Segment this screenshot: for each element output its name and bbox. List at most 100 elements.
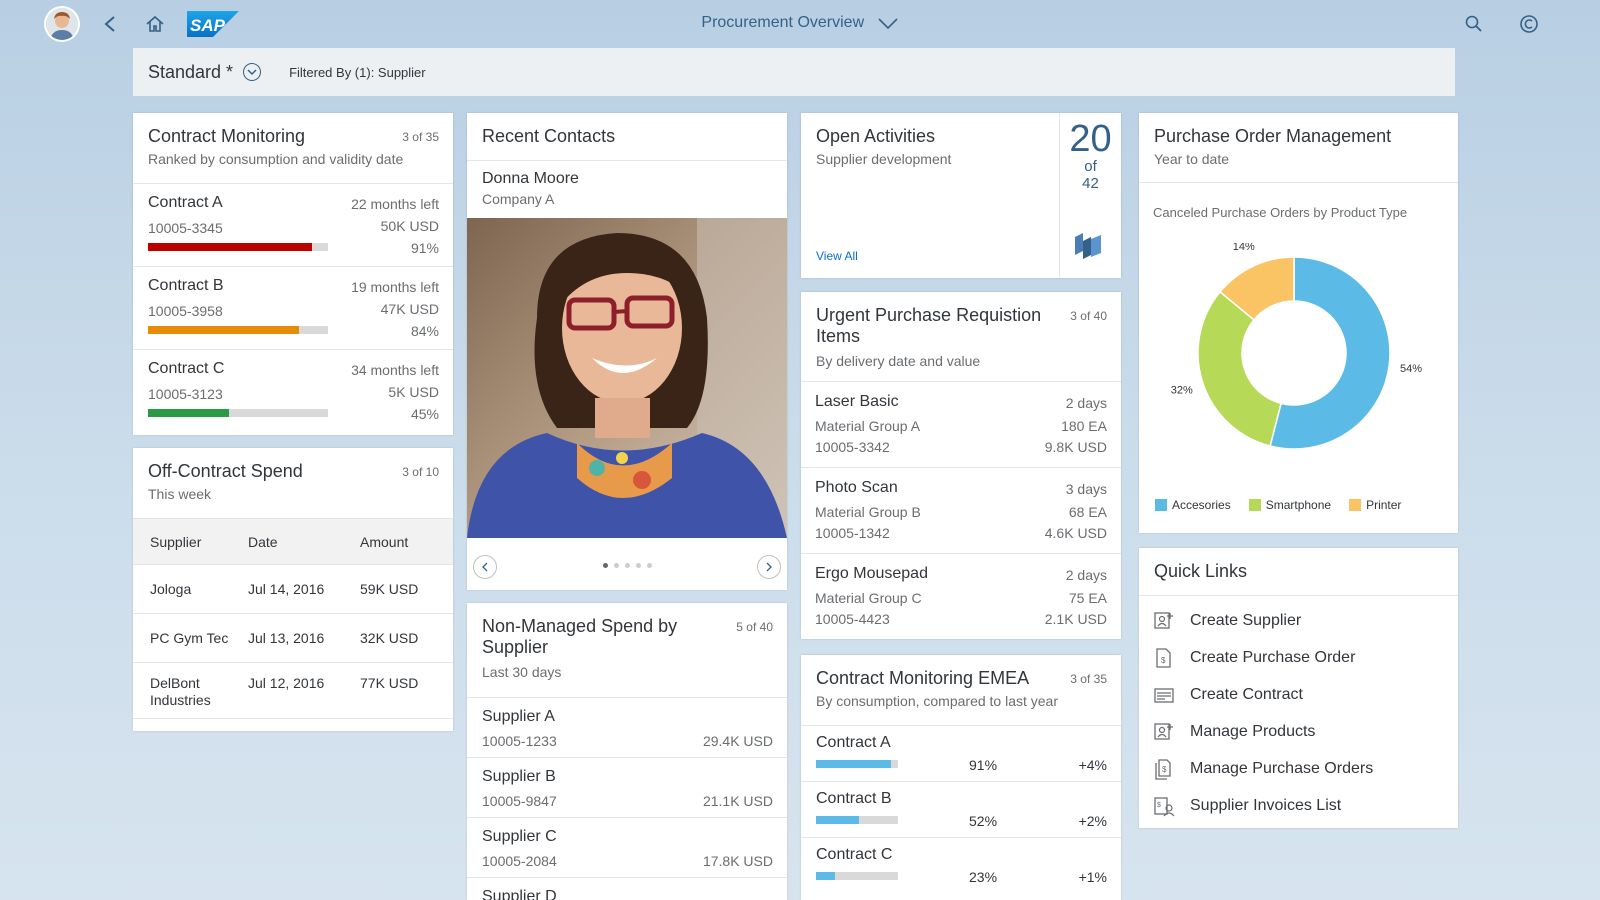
legend-label: Printer: [1366, 498, 1402, 512]
column-header-supplier: Supplier: [150, 534, 202, 550]
page-dot[interactable]: [602, 563, 608, 568]
legend-label: Accesories: [1172, 498, 1231, 512]
quick-link-create-supplier[interactable]: Create Supplier: [1139, 602, 1458, 639]
purchase-order-management-card[interactable]: Purchase Order Management Year to date C…: [1139, 113, 1458, 533]
chart-legend: Accesories Smartphone Printer: [1155, 498, 1419, 516]
item-id: 10005-4423: [815, 611, 890, 627]
donut-slice-smartphone[interactable]: [1197, 290, 1282, 447]
contract-row[interactable]: Contract A 10005-3345 22 months left 50K US…: [133, 183, 453, 266]
carousel-page-indicator: [467, 563, 787, 568]
delivery-days: 2 days: [1065, 395, 1107, 411]
shell-bar: SAP Procurement Overview: [0, 0, 1600, 48]
search-button[interactable]: [1462, 12, 1486, 36]
legend-item[interactable]: Printer: [1349, 498, 1401, 512]
material-group: Material Group B: [815, 504, 921, 520]
item-id: 10005-3342: [815, 439, 890, 455]
chevron-down-icon: [878, 18, 898, 30]
quick-link-manage-products[interactable]: Manage Products: [1139, 713, 1458, 750]
contract-row[interactable]: Contract A 91% +4%: [801, 725, 1121, 781]
copilot-icon: [1520, 15, 1538, 33]
supplier-row[interactable]: Supplier B 10005-9847 21.1K USD: [467, 757, 787, 817]
contract-id: 10005-3958: [148, 303, 223, 319]
quick-link-label: Create Contract: [1190, 685, 1303, 703]
consumption-percent: 84%: [410, 323, 439, 339]
contract-monitoring-card[interactable]: Contract Monitoring Ranked by consumptio…: [133, 113, 453, 435]
card-subtitle: This week: [148, 486, 212, 502]
table-row[interactable]: DelBont Industries Jul 12, 2016 77K USD: [133, 663, 453, 719]
copilot-button[interactable]: [1517, 12, 1541, 36]
quick-link-manage-purchase-orders[interactable]: $ Manage Purchase Orders: [1139, 750, 1458, 787]
card-count: 5 of 40: [736, 620, 773, 634]
contract-amount: 5K USD: [388, 384, 439, 400]
page-dot[interactable]: [635, 563, 641, 568]
supplier-id: 10005-2084: [482, 853, 557, 869]
consumption-bar: [148, 243, 328, 251]
page-dot[interactable]: [624, 563, 630, 568]
off-contract-spend-card[interactable]: Off-Contract Spend This week 3 of 10 Sup…: [133, 448, 453, 731]
consumption-bar-fill: [148, 409, 229, 417]
page-dot[interactable]: [613, 563, 619, 568]
item-quantity: 68 EA: [1068, 504, 1107, 520]
supplier-amount: 17.8K USD: [702, 853, 773, 869]
legend-swatch: [1155, 499, 1167, 511]
contract-row[interactable]: Contract B 10005-3958 19 months left 47K US…: [133, 266, 453, 349]
table-row[interactable]: Jologa Jul 14, 2016 59K USD: [133, 565, 453, 614]
chevron-down-icon: [247, 69, 257, 76]
page-dot[interactable]: [646, 563, 652, 568]
supplier-row[interactable]: Supplier A 10005-1233 29.4K USD: [467, 697, 787, 757]
supplier-row[interactable]: Supplier D: [467, 877, 787, 900]
supplier-row[interactable]: Supplier C 10005-2084 17.8K USD: [467, 817, 787, 877]
consumption-bar-fill: [816, 872, 835, 880]
contract-row[interactable]: Contract B 52% +2%: [801, 781, 1121, 837]
add-product-icon: [1154, 722, 1173, 740]
consumption-bar: [148, 326, 328, 334]
view-all-link[interactable]: View All: [816, 249, 858, 263]
consumption-percent: 91%: [410, 240, 439, 256]
svg-text:$: $: [1161, 656, 1166, 665]
change-vs-last-year: +1%: [1078, 869, 1107, 885]
supplier-invoice-icon: $: [1154, 796, 1175, 816]
carousel-next-button[interactable]: [757, 555, 781, 579]
table-row[interactable]: PC Gym Tec Jul 13, 2016 32K USD: [133, 614, 453, 663]
supplier-id: 10005-1233: [482, 733, 557, 749]
quick-link-label: Create Supplier: [1190, 611, 1302, 629]
contact-company: Company A: [482, 191, 555, 207]
activity-of: of: [1084, 158, 1097, 175]
contract-row[interactable]: Contract C 10005-3123 34 months left 5K USD…: [133, 349, 453, 432]
contract-name: Contract A: [148, 194, 223, 211]
urgent-purchase-requisition-card[interactable]: Urgent Purchase Requistion Items By deli…: [801, 292, 1121, 639]
slice-label: 54%: [1400, 363, 1422, 375]
contract-name: Contract C: [148, 360, 225, 377]
donut-chart[interactable]: 54% 32% 14%: [1139, 243, 1458, 483]
contract-monitoring-emea-card[interactable]: Contract Monitoring EMEA By consumption,…: [801, 655, 1121, 900]
contract-amount: 50K USD: [380, 218, 439, 234]
requisition-row[interactable]: Ergo Mousepad Material Group C 10005-4423 2…: [801, 553, 1121, 639]
change-vs-last-year: +2%: [1078, 813, 1107, 829]
requisition-row[interactable]: Photo Scan Material Group B 10005-1342 3 da…: [801, 467, 1121, 553]
supplier-amount: 21.1K USD: [702, 793, 773, 809]
open-activities-card[interactable]: Open Activities Supplier development Vie…: [801, 113, 1121, 278]
document-dollar-icon: $: [1156, 647, 1171, 668]
material-group: Material Group A: [815, 418, 921, 434]
legend-item[interactable]: Accesories: [1155, 498, 1231, 512]
card-title: Off-Contract Spend: [148, 461, 303, 481]
legend-item[interactable]: Smartphone: [1248, 498, 1331, 512]
supplier-amount: 29.4K USD: [702, 733, 773, 749]
card-title: Non-Managed Spend by Supplier: [482, 616, 678, 657]
contract-id: 10005-3123: [148, 386, 223, 402]
filtered-by-text[interactable]: Filtered By (1): Supplier: [289, 65, 426, 80]
non-managed-spend-card[interactable]: Non-Managed Spend by Supplier Last 30 da…: [467, 603, 787, 900]
recent-contacts-card[interactable]: Recent Contacts Donna Moore Company A: [467, 113, 787, 590]
quick-link-create-purchase-order[interactable]: $ Create Purchase Order: [1139, 639, 1458, 676]
variant-dropdown-button[interactable]: [243, 63, 262, 81]
activities-icon: [1073, 231, 1105, 266]
requisition-row[interactable]: Laser Basic Material Group A 10005-3342 2 d…: [801, 381, 1121, 467]
card-subtitle: By delivery date and value: [816, 353, 981, 369]
quick-link-supplier-invoices-list[interactable]: $ Supplier Invoices List: [1139, 787, 1458, 824]
app-title-menu[interactable]: Procurement Overview: [0, 14, 1600, 32]
contract-row[interactable]: Contract C 23% +1%: [801, 837, 1121, 893]
card-count: 3 of 40: [1070, 309, 1107, 323]
item-name: Photo Scan: [815, 479, 898, 496]
column-header-date: Date: [248, 534, 278, 550]
quick-link-create-contract[interactable]: Create Contract: [1139, 676, 1458, 713]
